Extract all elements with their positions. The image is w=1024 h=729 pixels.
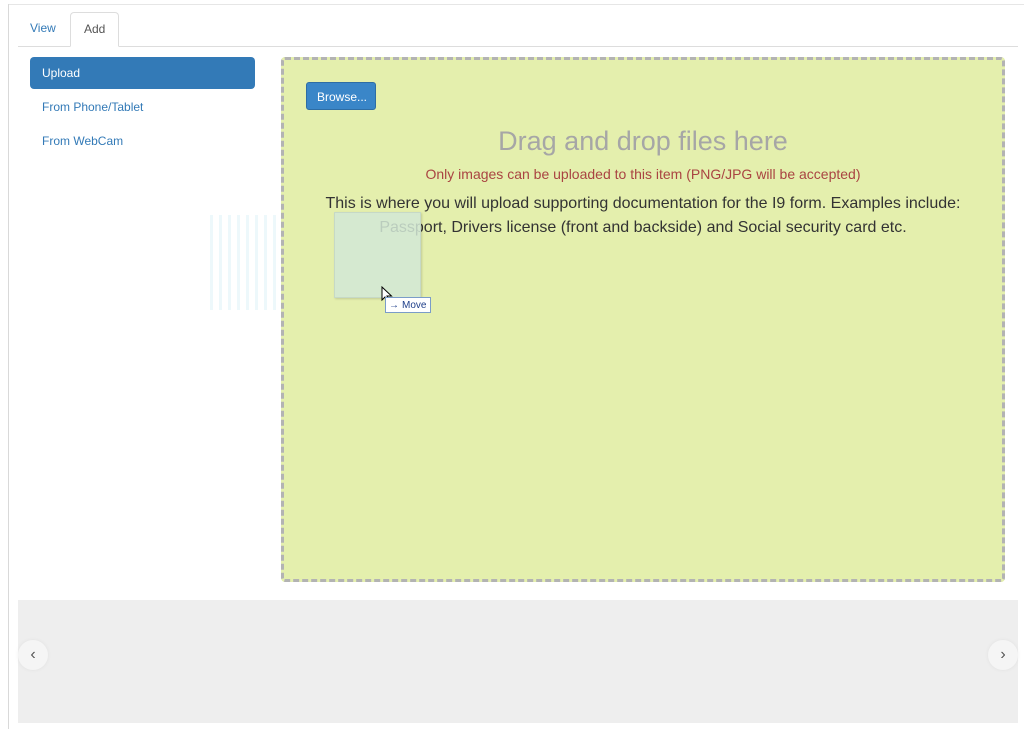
browse-button[interactable]: Browse... — [306, 82, 376, 110]
drag-move-label: Move — [402, 300, 427, 311]
nav-item-phone-tablet[interactable]: From Phone/Tablet — [30, 91, 255, 123]
page: View Add Upload From Phone/Tablet From W… — [0, 0, 1024, 729]
tab-bar: View Add — [18, 12, 1018, 47]
chevron-left-icon: ‹ — [30, 646, 36, 663]
file-type-warning: Only images can be uploaded to this item… — [425, 166, 861, 182]
chevron-right-icon: › — [1000, 646, 1006, 663]
file-drop-zone[interactable]: Browse... Drag and drop files here Only … — [281, 57, 1005, 582]
carousel-next-button[interactable]: › — [988, 640, 1018, 670]
dragged-file-preview — [334, 212, 421, 298]
thumbnail-carousel: ‹ › — [18, 600, 1018, 723]
top-divider — [8, 4, 1024, 5]
drag-move-tooltip: → Move — [385, 297, 432, 313]
carousel-prev-button[interactable]: ‹ — [18, 640, 48, 670]
nav-item-upload[interactable]: Upload — [30, 57, 255, 89]
left-divider — [8, 4, 9, 729]
drop-zone-title: Drag and drop files here — [498, 126, 788, 156]
move-arrow-icon: → — [389, 300, 399, 311]
tab-view[interactable]: View — [18, 12, 68, 45]
nav-item-webcam[interactable]: From WebCam — [30, 125, 255, 157]
upload-source-nav: Upload From Phone/Tablet From WebCam — [30, 57, 255, 159]
tab-add[interactable]: Add — [70, 12, 120, 47]
faint-background-artifact — [210, 215, 280, 310]
